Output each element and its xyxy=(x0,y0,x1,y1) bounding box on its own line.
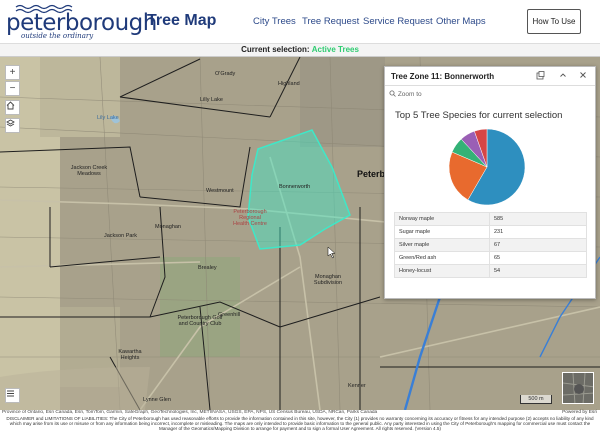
species-name-cell: Sugar maple xyxy=(394,225,490,239)
species-count-cell: 67 xyxy=(489,238,587,252)
species-count-cell: 231 xyxy=(489,225,587,239)
map-label-lily-lake-water: Lily Lake xyxy=(97,115,119,121)
chart-title: Top 5 Tree Species for current selection xyxy=(395,110,563,121)
magnifier-icon xyxy=(389,90,396,97)
map-label-peterborough: Peterb xyxy=(357,169,386,179)
nav-city-trees[interactable]: City Trees xyxy=(253,16,296,27)
zone-info-panel: Tree Zone 11: Bonnerworth Zoom to Top 5 … xyxy=(384,66,596,299)
table-row: Sugar maple 231 xyxy=(394,225,587,239)
species-name-cell: Silver maple xyxy=(394,238,490,252)
map-label-kenner: Kenner xyxy=(348,383,366,389)
table-row: Norway maple 585 xyxy=(394,212,587,226)
map-label-westmount: Westmount xyxy=(206,188,234,194)
map-label-regional-health: Peterborough Regional Health Centre xyxy=(233,209,267,227)
zoom-out-button[interactable]: − xyxy=(5,81,20,96)
species-name-cell: Norway maple xyxy=(394,212,490,226)
app-title: Tree Map xyxy=(147,12,217,29)
map-label-highland: Highland xyxy=(278,81,300,87)
collapse-chevron-icon[interactable] xyxy=(559,71,567,81)
species-count-cell: 54 xyxy=(489,264,587,278)
imagery-thumbnail-icon xyxy=(563,373,593,403)
map-label-kawartha-heights: Kawartha Heights xyxy=(118,349,142,361)
legend-list-button[interactable] xyxy=(5,388,20,403)
map-label-jackson-park: Jackson Park xyxy=(104,233,138,239)
layers-icon xyxy=(6,119,15,127)
current-selection-bar: Current selection: Active Trees xyxy=(0,44,600,57)
dock-icon[interactable] xyxy=(536,71,545,82)
nav-service-request[interactable]: Service Request xyxy=(363,16,433,27)
map-label-monaghan: Monaghan xyxy=(155,224,181,230)
panel-title: Tree Zone 11: Bonnerworth xyxy=(391,72,495,81)
map-label-jackson-creek-meadows: Jackson Creek Meadows xyxy=(70,165,108,177)
list-icon xyxy=(7,390,14,397)
home-icon xyxy=(6,101,15,110)
nav-tree-request[interactable]: Tree Request xyxy=(302,16,359,27)
home-button[interactable] xyxy=(5,100,20,115)
map-label-bonnerworth: Bonnerworth xyxy=(279,184,311,190)
peterborough-logo[interactable]: peterborough outside the ordinary xyxy=(4,2,157,42)
basemap-toggle[interactable] xyxy=(562,372,594,404)
selection-label: Current selection: xyxy=(241,45,310,54)
disclaimer-text: DISCLAIMER and LIMITATIONS OF LIABILITIE… xyxy=(6,416,594,432)
layers-button[interactable] xyxy=(5,118,20,133)
map-label-lynne-glen: Lynne Glen xyxy=(143,397,171,403)
close-icon[interactable] xyxy=(579,71,587,81)
scale-bar: 500 m xyxy=(520,395,552,404)
species-name-cell: Green/Red ash xyxy=(394,251,490,265)
zoom-to-label: Zoom to xyxy=(397,91,422,98)
map-label-monaghan-subdivision: Monaghan Subdivision xyxy=(313,274,343,286)
top-header: peterborough outside the ordinary Tree M… xyxy=(0,0,600,44)
selection-value: Active Trees xyxy=(311,45,359,54)
zoom-to-action[interactable]: Zoom to xyxy=(389,90,422,98)
map-attribution: Province of Ontario, Esri Canada, Esri, … xyxy=(2,410,378,415)
map-label-ogrady: O'Grady xyxy=(215,71,236,77)
panel-header: Tree Zone 11: Bonnerworth xyxy=(385,67,595,86)
footer: Province of Ontario, Esri Canada, Esri, … xyxy=(0,410,600,432)
how-to-use-button[interactable]: How To Use xyxy=(527,9,581,34)
nav-other-maps[interactable]: Other Maps xyxy=(436,16,486,27)
table-row: Honey-locust 54 xyxy=(394,264,587,278)
species-count-cell: 585 xyxy=(489,212,587,226)
species-count-cell: 65 xyxy=(489,251,587,265)
brand-tagline: outside the ordinary xyxy=(21,32,94,40)
table-row: Green/Red ash 65 xyxy=(394,251,587,265)
zoom-in-button[interactable]: + xyxy=(5,65,20,80)
map-label-lilly-lake: Lilly Lake xyxy=(200,97,223,103)
map-label-golf-club: Peterborough Golf and Country Club xyxy=(177,315,223,327)
powered-by-esri[interactable]: Powered by Esri xyxy=(562,410,597,415)
species-pie-chart[interactable] xyxy=(445,125,529,209)
species-name-cell: Honey-locust xyxy=(394,264,490,278)
table-row: Silver maple 67 xyxy=(394,238,587,252)
species-table: Norway maple 585 Sugar maple 231 Silver mapl… xyxy=(394,212,587,278)
map-label-brealey: Brealey xyxy=(198,265,217,271)
